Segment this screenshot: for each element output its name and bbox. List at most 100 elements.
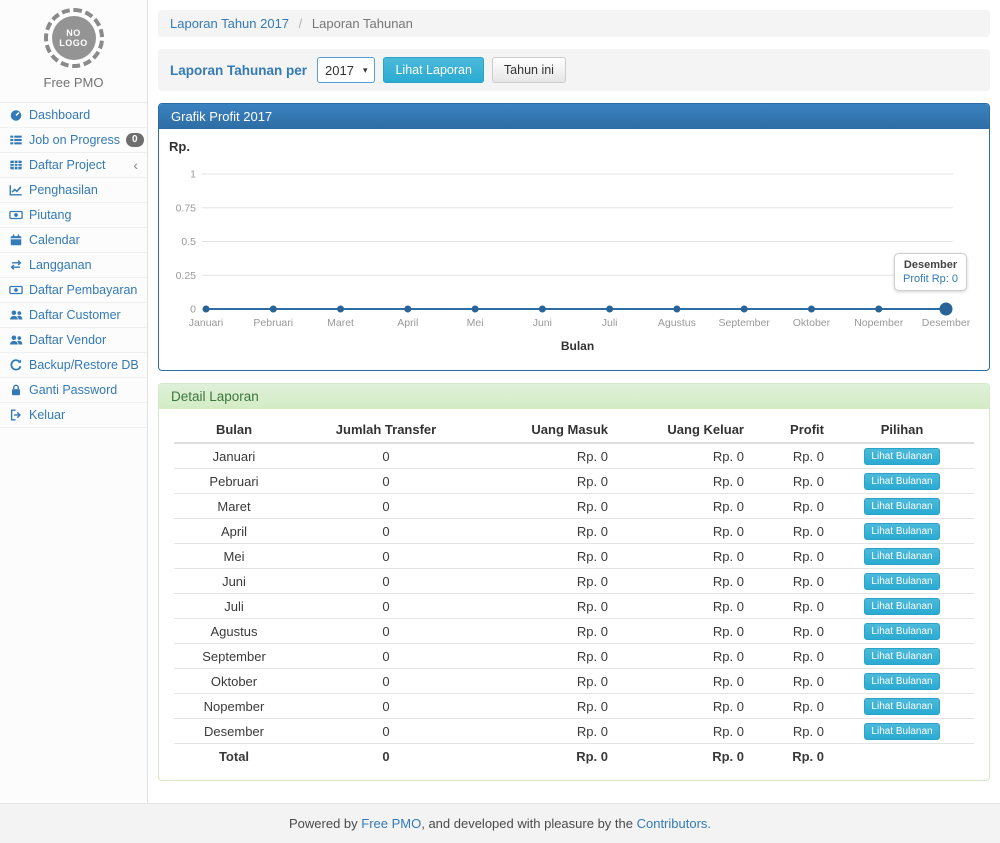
cell-pilihan: Lihat Bulanan [830,644,974,669]
breadcrumb-link[interactable]: Laporan Tahun 2017 [170,16,289,31]
data-point-pebruari[interactable] [270,306,277,313]
lihat-bulanan-button[interactable]: Lihat Bulanan [864,523,939,540]
table-row: Oktober0Rp. 0Rp. 0Rp. 0Lihat Bulanan [174,669,974,694]
table-icon [9,158,23,172]
footer-static-text: , and developed with pleasure by the [421,816,636,831]
lihat-bulanan-button[interactable]: Lihat Bulanan [864,698,939,715]
footer-text: Powered by Free PMO, and developed with … [289,816,711,831]
sidebar-item-penghasilan[interactable]: Penghasilan [0,178,147,203]
sidebar-item-ganti-password[interactable]: Ganti Password [0,378,147,403]
lock-icon [9,383,23,397]
sidebar-item-daftar-pembayaran[interactable]: Daftar Pembayaran [0,278,147,303]
data-point-oktober[interactable] [808,306,815,313]
lihat-bulanan-button[interactable]: Lihat Bulanan [864,598,939,615]
sidebar-item-label: Backup/Restore DB [29,358,139,372]
cell-pilihan: Lihat Bulanan [830,594,974,619]
lihat-bulanan-button[interactable]: Lihat Bulanan [864,448,939,465]
sidebar-item-daftar-project[interactable]: Daftar Project‹ [0,153,147,178]
cell-profit: Rp. 0 [750,644,830,669]
tahun-ini-button[interactable]: Tahun ini [492,57,566,83]
detail-laporan-panel: Detail Laporan BulanJumlah TransferUang … [158,383,990,781]
data-point-juni[interactable] [539,306,546,313]
data-point-januari[interactable] [203,306,210,313]
svg-text:Agustus: Agustus [658,317,696,329]
lihat-bulanan-button[interactable]: Lihat Bulanan [864,648,939,665]
data-point-september[interactable] [741,306,748,313]
cell-uang-keluar: Rp. 0 [614,694,750,719]
sidebar-item-piutang[interactable]: Piutang [0,203,147,228]
sidebar: NO LOGO Free PMO DashboardJob on Progres… [0,0,148,803]
year-select[interactable]: 2017 ▾ [317,57,375,83]
cell-jumlah-transfer: 0 [294,669,478,694]
sidebar-item-label: Daftar Pembayaran [29,283,137,297]
lihat-bulanan-button[interactable]: Lihat Bulanan [864,473,939,490]
lihat-bulanan-button[interactable]: Lihat Bulanan [864,573,939,590]
data-point-agustus[interactable] [673,306,680,313]
svg-text:Oktober: Oktober [793,317,831,329]
dashboard-icon [9,108,23,122]
cell-uang-masuk: Rp. 0 [478,469,614,494]
lihat-bulanan-button[interactable]: Lihat Bulanan [864,498,939,515]
data-point-mei[interactable] [472,306,479,313]
cell-uang-keluar: Rp. 0 [614,519,750,544]
report-table: BulanJumlah TransferUang MasukUang Kelua… [174,417,974,768]
table-header-row: BulanJumlah TransferUang MasukUang Kelua… [174,417,974,443]
svg-text:1: 1 [190,169,196,181]
footer-link[interactable]: Free PMO [361,816,421,831]
lihat-laporan-button[interactable]: Lihat Laporan [383,57,483,83]
report-filter-form: Laporan Tahunan per 2017 ▾ Lihat Laporan… [158,49,990,91]
cell-uang-keluar: Rp. 0 [614,744,750,768]
lihat-bulanan-button[interactable]: Lihat Bulanan [864,623,939,640]
data-point-maret[interactable] [337,306,344,313]
money-icon [9,283,23,297]
cell-bulan: Maret [174,494,294,519]
cell-uang-masuk: Rp. 0 [478,694,614,719]
cell-pilihan [830,744,974,768]
table-row: September0Rp. 0Rp. 0Rp. 0Lihat Bulanan [174,644,974,669]
svg-text:Juni: Juni [533,317,552,329]
sidebar-item-job-on-progress[interactable]: Job on Progress0 [0,128,147,153]
cell-jumlah-transfer: 0 [294,494,478,519]
sidebar-item-calendar[interactable]: Calendar [0,228,147,253]
cell-profit: Rp. 0 [750,669,830,694]
cell-profit: Rp. 0 [750,519,830,544]
cell-pilihan: Lihat Bulanan [830,719,974,744]
data-point-nopember[interactable] [875,306,882,313]
column-header: Profit [750,417,830,443]
sidebar-item-daftar-customer[interactable]: Daftar Customer [0,303,147,328]
svg-text:April: April [397,317,418,329]
table-panel-heading: Detail Laporan [159,384,989,409]
refresh-icon [9,358,23,372]
breadcrumb: Laporan Tahun 2017 / Laporan Tahunan [158,10,990,37]
breadcrumb-separator: / [299,16,303,31]
chart-tooltip: Desember Profit Rp: 0 [894,253,967,291]
sidebar-item-langganan[interactable]: Langganan [0,253,147,278]
exchange-icon [9,258,23,272]
cell-uang-masuk: Rp. 0 [478,443,614,469]
table-row: Mei0Rp. 0Rp. 0Rp. 0Lihat Bulanan [174,544,974,569]
cell-jumlah-transfer: 0 [294,694,478,719]
footer-link[interactable]: Contributors. [637,816,711,831]
sidebar-item-dashboard[interactable]: Dashboard [0,103,147,128]
svg-text:0.25: 0.25 [176,270,197,282]
sidebar-item-daftar-vendor[interactable]: Daftar Vendor [0,328,147,353]
logo-text-line2: LOGO [59,38,88,48]
sign-out-icon [9,408,23,422]
breadcrumb-current: Laporan Tahunan [312,16,413,31]
tasks-icon [9,133,23,147]
svg-text:Juli: Juli [602,317,618,329]
sidebar-item-label: Dashboard [29,108,90,122]
data-point-juli[interactable] [606,306,613,313]
cell-jumlah-transfer: 0 [294,443,478,469]
cell-uang-keluar: Rp. 0 [614,443,750,469]
cell-uang-keluar: Rp. 0 [614,469,750,494]
data-point-april[interactable] [404,306,411,313]
data-point-desember[interactable] [940,303,953,316]
lihat-bulanan-button[interactable]: Lihat Bulanan [864,673,939,690]
lihat-bulanan-button[interactable]: Lihat Bulanan [864,548,939,565]
sidebar-item-keluar[interactable]: Keluar [0,403,147,428]
lihat-bulanan-button[interactable]: Lihat Bulanan [864,723,939,740]
cell-bulan: Januari [174,443,294,469]
cell-pilihan: Lihat Bulanan [830,443,974,469]
sidebar-item-backup-restore-db[interactable]: Backup/Restore DB [0,353,147,378]
